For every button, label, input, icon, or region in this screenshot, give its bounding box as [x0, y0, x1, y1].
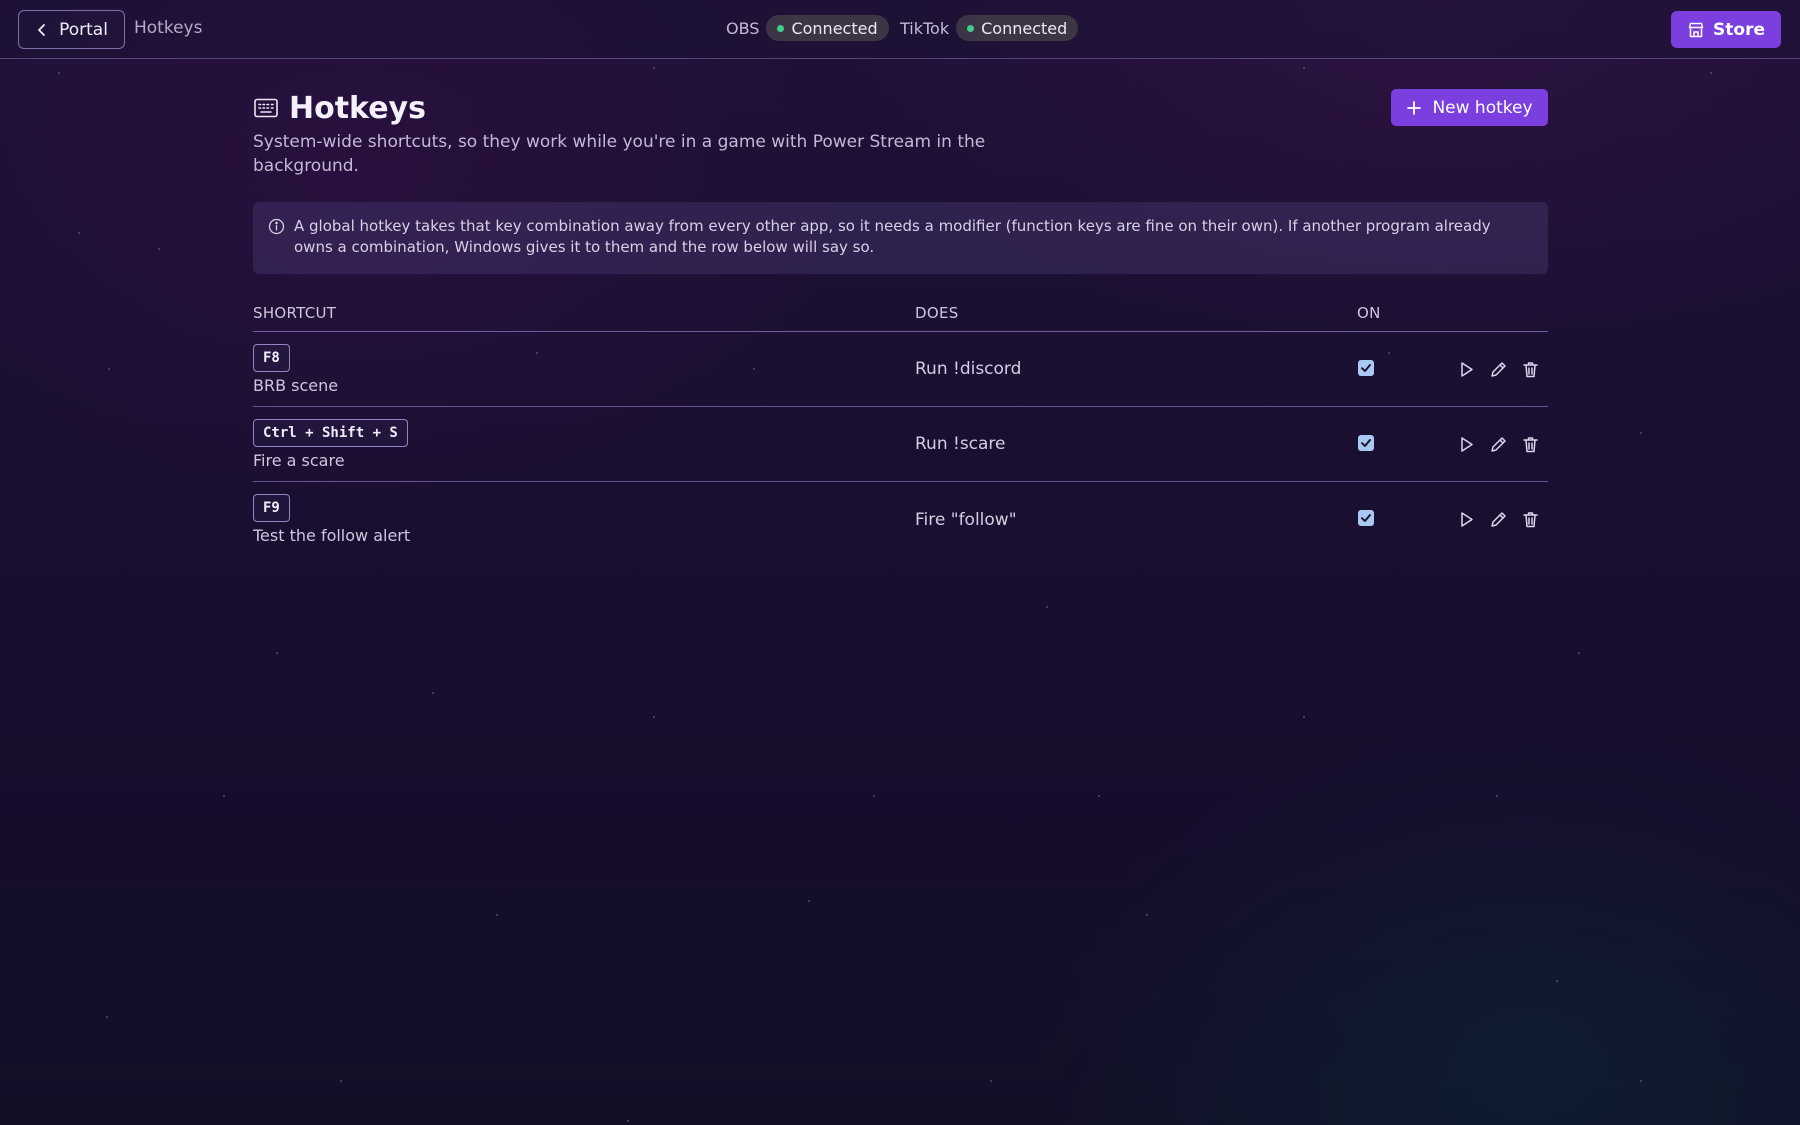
status-dot-icon: [967, 24, 975, 32]
chevron-left-icon: [38, 23, 45, 36]
obs-label: OBS: [726, 18, 760, 38]
hotkeys-table: SHORTCUT DOES ON F8 BRB scene Run !disco…: [253, 304, 1548, 557]
play-icon[interactable]: [1457, 510, 1476, 529]
table-row: F9 Test the follow alert Fire "follow": [253, 482, 1548, 557]
check-icon: [1361, 438, 1371, 447]
check-icon: [1361, 514, 1371, 522]
enabled-checkbox[interactable]: [1358, 359, 1374, 376]
tiktok-status: TikTok Connected: [900, 15, 1079, 41]
hotkey-name: Test the follow alert: [253, 526, 411, 545]
title-row: Hotkeys: [253, 88, 1548, 128]
header-does: DOES: [915, 304, 959, 322]
hotkey-name: BRB scene: [253, 375, 339, 395]
header-shortcut: SHORTCUT: [253, 304, 337, 322]
shortcut-cell: F8 BRB scene: [253, 343, 915, 395]
play-icon[interactable]: [1457, 435, 1476, 454]
check-icon: [1361, 363, 1371, 372]
hotkey-name: Fire a scare: [253, 450, 345, 470]
pencil-icon[interactable]: [1489, 360, 1508, 379]
action-text: Run !scare: [915, 434, 1006, 454]
obs-status: OBS Connected: [726, 15, 889, 41]
table-row: Ctrl + Shift + S Fire a scare Run !scare: [253, 407, 1548, 482]
trash-icon[interactable]: [1521, 435, 1540, 454]
info-icon: [268, 218, 285, 235]
status-dot-icon: [777, 24, 785, 32]
pencil-icon[interactable]: [1489, 435, 1508, 454]
table-header: SHORTCUT DOES ON: [253, 304, 1548, 332]
shortcut-cell: F9 Test the follow alert: [253, 494, 915, 545]
tiktok-status-text: Connected: [981, 18, 1068, 38]
trash-icon[interactable]: [1521, 510, 1540, 529]
back-label: Portal: [59, 19, 108, 40]
on-cell: [1357, 510, 1437, 526]
page-title: Hotkeys: [289, 90, 426, 126]
row-actions: [1457, 510, 1540, 529]
main-content: Hotkeys System-wide shortcuts, so they w…: [253, 88, 1548, 557]
store-button[interactable]: Store: [1671, 11, 1781, 48]
info-callout: A global hotkey takes that key combinati…: [253, 202, 1548, 274]
store-icon: [1688, 22, 1704, 37]
back-to-portal-button[interactable]: Portal: [18, 10, 125, 49]
info-text: A global hotkey takes that key combinati…: [294, 217, 1491, 256]
top-bar: Portal Hotkeys OBS Connected TikTok Conn…: [0, 0, 1800, 59]
action-text: Fire "follow": [915, 509, 1017, 530]
on-cell: [1357, 434, 1437, 451]
action-text: Run !discord: [915, 359, 1022, 379]
shortcut-key: F9: [253, 494, 290, 522]
new-hotkey-label: New hotkey: [1432, 97, 1533, 118]
tiktok-label: TikTok: [900, 18, 950, 38]
pencil-icon[interactable]: [1489, 510, 1508, 529]
enabled-checkbox[interactable]: [1358, 510, 1374, 526]
breadcrumb-current: Hotkeys: [134, 18, 203, 38]
play-icon[interactable]: [1457, 360, 1476, 379]
page-subtitle: System-wide shortcuts, so they work whil…: [253, 132, 986, 176]
table-row: F8 BRB scene Run !discord: [253, 332, 1548, 407]
shortcut-key: Ctrl + Shift + S: [253, 418, 408, 447]
plus-icon: [1407, 100, 1422, 115]
tiktok-status-badge: Connected: [956, 15, 1079, 41]
row-actions: [1457, 435, 1540, 454]
store-label: Store: [1713, 19, 1765, 40]
shortcut-cell: Ctrl + Shift + S Fire a scare: [253, 418, 915, 470]
on-cell: [1357, 359, 1437, 376]
new-hotkey-button[interactable]: New hotkey: [1391, 89, 1548, 126]
row-actions: [1457, 360, 1540, 379]
shortcut-key: F8: [253, 343, 290, 372]
trash-icon[interactable]: [1521, 360, 1540, 379]
obs-status-text: Connected: [791, 18, 878, 38]
enabled-checkbox[interactable]: [1358, 434, 1374, 451]
header-on: ON: [1357, 304, 1381, 322]
obs-status-badge: Connected: [766, 15, 889, 41]
keyboard-icon: [254, 98, 278, 118]
